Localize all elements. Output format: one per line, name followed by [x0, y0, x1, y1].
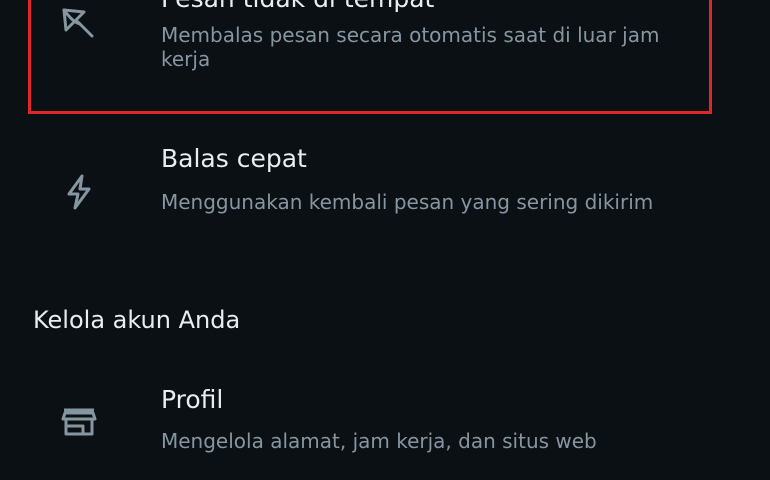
business-tools-screen: Pesan tidak di tempat Membalas pesan sec…	[0, 0, 770, 480]
umbrella-icon	[56, 0, 102, 44]
profile-title: Profil	[161, 385, 224, 414]
profile-description: Mengelola alamat, jam kerja, dan situs w…	[161, 429, 597, 453]
quick-replies-item[interactable]: Balas cepat Menggunakan kembali pesan ya…	[0, 130, 770, 250]
quick-replies-description: Menggunakan kembali pesan yang sering di…	[161, 190, 654, 214]
profile-item[interactable]: Profil Mengelola alamat, jam kerja, dan …	[0, 370, 770, 480]
section-header-manage-account: Kelola akun Anda	[33, 306, 241, 334]
lightning-icon	[56, 169, 102, 215]
quick-replies-title: Balas cepat	[161, 144, 307, 173]
away-message-item[interactable]: Pesan tidak di tempat Membalas pesan sec…	[0, 0, 770, 118]
away-message-description: Membalas pesan secara otomatis saat di l…	[161, 23, 660, 71]
away-message-title: Pesan tidak di tempat	[161, 0, 434, 14]
store-icon	[56, 398, 102, 444]
